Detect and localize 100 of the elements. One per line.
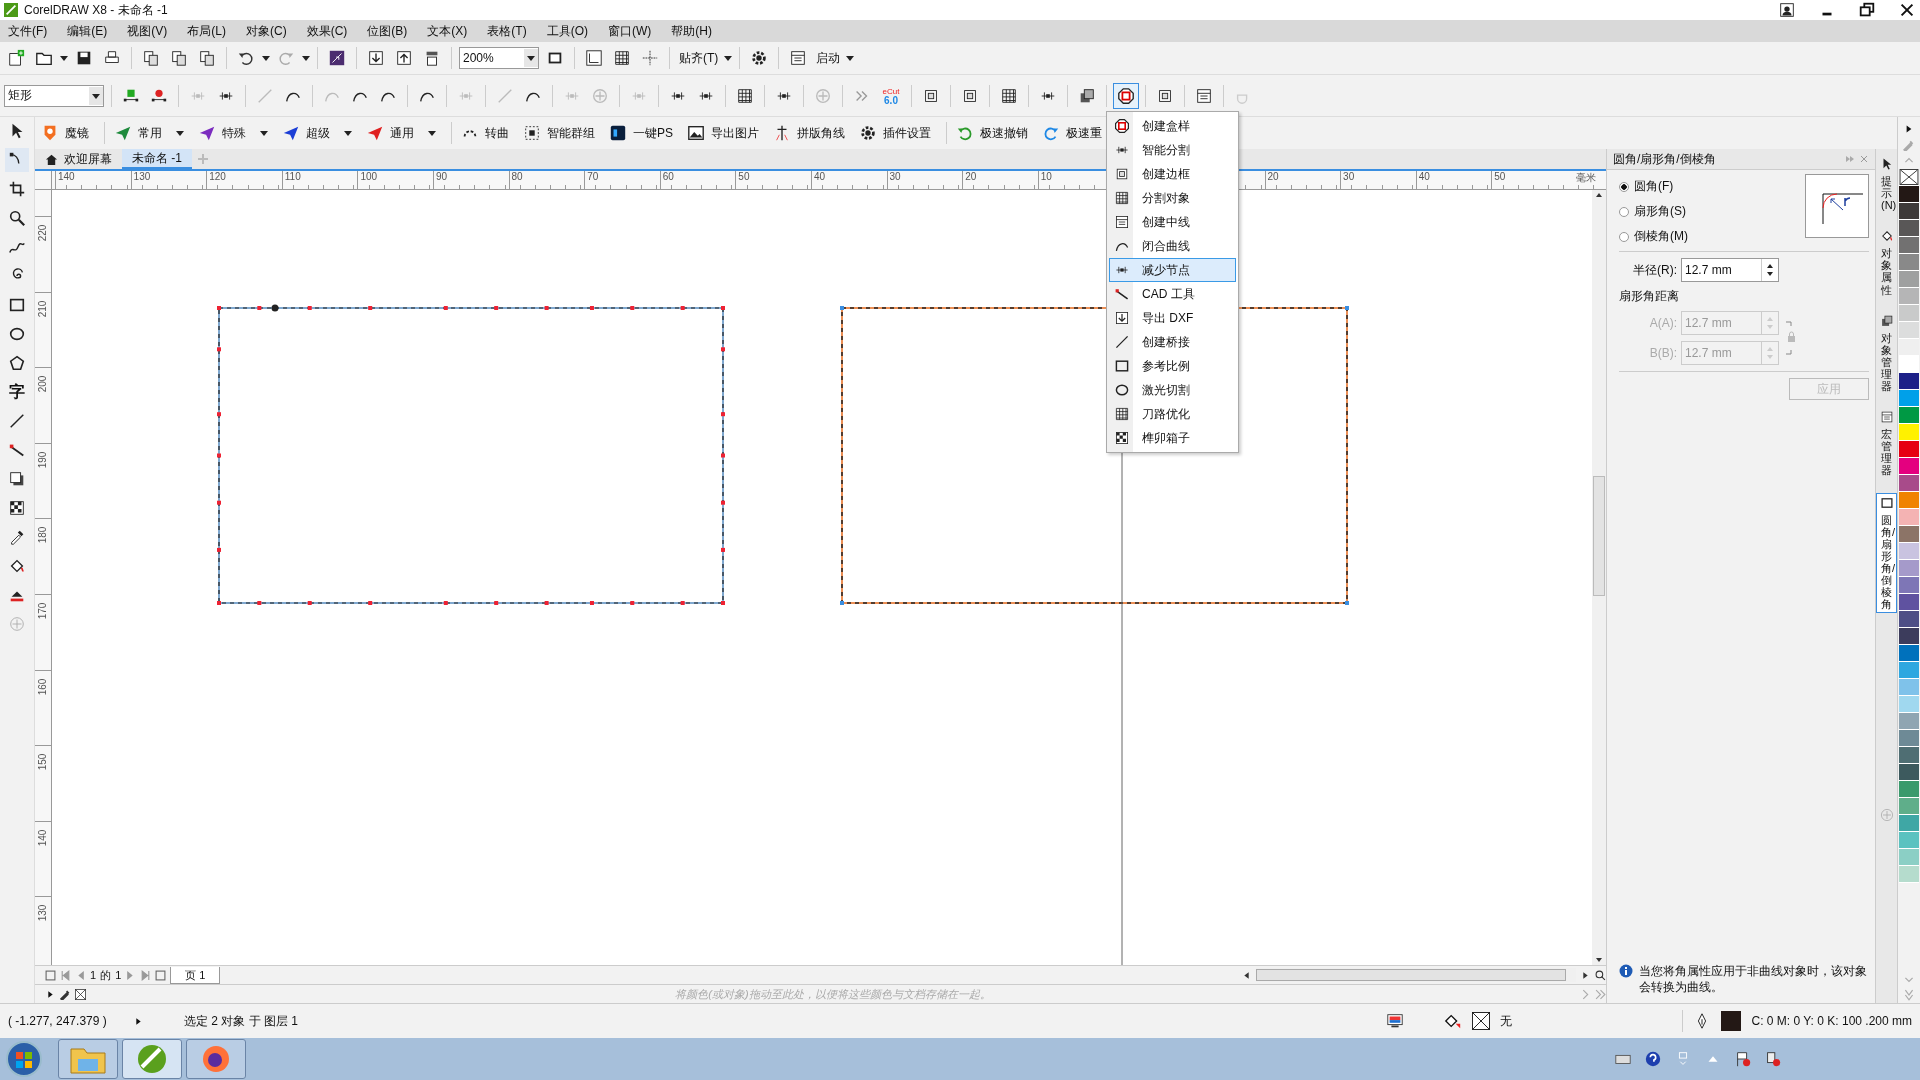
ecut-version: 6.0 (884, 95, 898, 105)
ruler-label: 190 (37, 451, 49, 469)
ruler-label: 160 (37, 678, 49, 695)
ecut-label: eCut (882, 86, 900, 96)
total-pages: 1 (115, 969, 122, 981)
docker-tab[interactable]: 圆角/扇形角/倒棱角 (1876, 492, 1897, 614)
document-tab[interactable]: 未命名 -1 (122, 149, 192, 169)
corner-type-radio[interactable]: 圆角(F) (1619, 178, 1688, 195)
corner-type-radio[interactable]: 扇形角(S) (1619, 203, 1688, 220)
window-title: CorelDRAW X8 - 未命名 -1 (24, 1, 168, 19)
ruler-unit: 毫米 (1576, 171, 1597, 185)
ruler-label: 50 (1494, 171, 1506, 182)
ruler-label: 200 (37, 375, 49, 393)
menu-item[interactable]: 闭合曲线 (1109, 234, 1236, 258)
ruler-label: 120 (209, 171, 226, 182)
fill-label: 无 (1500, 1012, 1513, 1030)
docker-tab[interactable]: 对象属性 (1877, 227, 1896, 298)
docker-tab[interactable]: 对象管理器 (1877, 311, 1896, 395)
plugin-button[interactable]: 常用 (112, 121, 192, 145)
menu-item[interactable]: 帮助(H) (671, 22, 712, 40)
menu-item[interactable]: 表格(T) (487, 22, 527, 40)
menu-item[interactable]: 布局(L) (187, 22, 226, 40)
page-of-label: 的 (100, 967, 112, 983)
docker-tab[interactable]: 提示(N) (1877, 155, 1896, 214)
ruler-label: 150 (37, 753, 49, 771)
menu-item[interactable]: 编辑(E) (67, 22, 108, 40)
menu-item[interactable]: 榫卯箱子 (1109, 426, 1236, 450)
ruler-label: 50 (738, 171, 750, 182)
ruler-label: 20 (1267, 171, 1279, 182)
menu-item[interactable]: 分割对象 (1109, 186, 1236, 210)
menu-item[interactable]: 激光切割 (1109, 378, 1236, 402)
ruler-label: 30 (889, 171, 901, 182)
plugin-button[interactable]: 极速撤销 (954, 121, 1036, 145)
distance-label: B(B): (1649, 346, 1677, 360)
menu-item[interactable]: 创建中线 (1109, 210, 1236, 234)
ruler-label: 170 (37, 602, 49, 620)
color-bar-hint: 将颜色(或对象)拖动至此处，以便将这些颜色与文档存储在一起。 (675, 986, 991, 1002)
page-tab[interactable]: 页 1 (170, 966, 221, 984)
ecut-button[interactable]: eCut 6.0 (878, 86, 904, 105)
ruler-label: 30 (1343, 171, 1355, 182)
radius-label: 半径(R): (1633, 261, 1677, 279)
menu-item[interactable]: 减少节点 (1109, 258, 1236, 282)
menu-item[interactable]: 导出 DXF (1109, 306, 1236, 330)
menu-item[interactable]: 窗口(W) (608, 22, 652, 40)
menu-item[interactable]: 工具(O) (546, 22, 588, 40)
menu-item[interactable]: 视图(V) (127, 22, 168, 40)
ruler-label: 80 (511, 171, 523, 182)
menu-item[interactable]: 创建桥接 (1109, 330, 1236, 354)
menu-item[interactable]: CAD 工具 (1109, 282, 1236, 306)
info-text: 当您将角属性应用于非曲线对象时，该对象会转换为曲线。 (1639, 963, 1868, 995)
corner-type-radio[interactable]: 倒棱角(M) (1619, 228, 1688, 245)
menu-item[interactable]: 参考比例 (1109, 354, 1236, 378)
menu-item[interactable]: 刀路优化 (1109, 402, 1236, 426)
launch-button[interactable]: 启动 (814, 49, 843, 67)
menu-item[interactable]: 位图(B) (367, 22, 408, 40)
ruler-label: 140 (37, 829, 49, 847)
ruler-label: 70 (587, 171, 599, 182)
radius-field[interactable]: 12.7 mm (1681, 258, 1779, 282)
ruler-label: 130 (37, 905, 49, 922)
plugin-button[interactable]: 智能群组 (521, 121, 603, 145)
menu-item[interactable]: 文本(X) (427, 22, 468, 40)
plugin-button[interactable]: 一键PS (607, 121, 681, 145)
ruler-label: 100 (360, 171, 378, 182)
snap-button[interactable]: 贴齐(T) (677, 49, 721, 67)
docker-tab[interactable]: 宏管理器 (1877, 408, 1896, 479)
ruler-label: 140 (58, 171, 75, 182)
ruler-label: 220 (37, 224, 49, 242)
ruler-label: 130 (133, 171, 151, 182)
zoom-field[interactable]: 200% (459, 47, 539, 69)
menu-item[interactable]: 创建盒样 (1109, 114, 1236, 138)
ruler-label: 10 (1040, 171, 1052, 182)
menu-item[interactable]: 文件(F) (8, 22, 48, 40)
plugin-button[interactable]: 转曲 (459, 121, 517, 145)
menu-item[interactable]: 创建边框 (1109, 162, 1236, 186)
menu-item[interactable]: 对象(C) (246, 22, 287, 40)
plugin-button[interactable]: 拼版角线 (771, 121, 853, 145)
selection-info: 选定 2 对象 于 图层 1 (184, 1012, 299, 1030)
plugin-button[interactable]: 特殊 (196, 121, 276, 145)
menu-item[interactable]: 效果(C) (306, 22, 348, 40)
outline-info: C: 0 M: 0 Y: 0 K: 100 .200 mm (1751, 1014, 1912, 1028)
ruler-label: 180 (37, 527, 49, 544)
plugin-button[interactable]: 超级 (280, 121, 360, 145)
ruler-label: 60 (662, 171, 674, 182)
plugin-button[interactable]: 魔镜 (39, 121, 97, 145)
text-tool[interactable]: 字 (5, 380, 29, 404)
cursor-coordinates: ( -1.277, 247.379 ) (8, 1014, 108, 1028)
plugin-button[interactable]: 极速重 (1040, 121, 1110, 145)
ruler-label: 40 (1418, 171, 1430, 182)
plugin-button[interactable]: 插件设置 (857, 121, 939, 145)
plugin-button[interactable]: 通用 (364, 121, 444, 145)
distance-label: A(A): (1649, 316, 1677, 330)
ruler-label: 210 (37, 300, 49, 317)
menu-item[interactable]: 智能分割 (1109, 138, 1236, 162)
current-page: 1 (90, 969, 97, 981)
ruler-label: 40 (813, 171, 826, 182)
plugin-button[interactable]: 导出图片 (685, 121, 767, 145)
ruler-label: 20 (965, 171, 977, 182)
ruler-label: 90 (435, 171, 448, 182)
ruler-label: 110 (284, 171, 301, 182)
shape-type-dropdown[interactable]: 矩形 (4, 84, 104, 107)
